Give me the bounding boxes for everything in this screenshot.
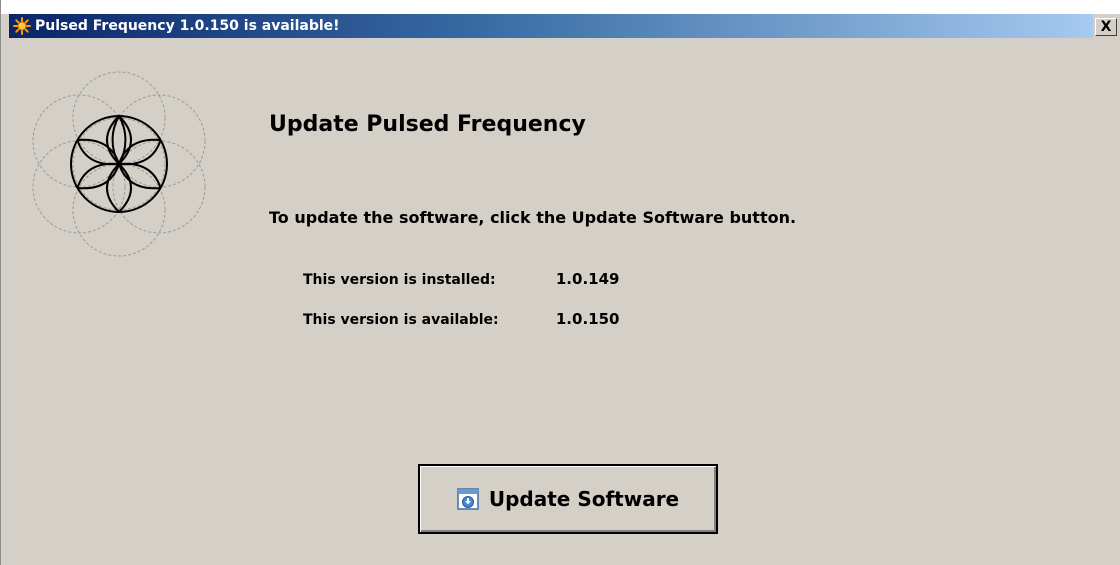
page-title: Update Pulsed Frequency [269,112,586,137]
update-software-label: Update Software [488,487,680,511]
instruction-text: To update the software, click the Update… [269,208,797,227]
close-icon: X [1100,19,1112,35]
close-button[interactable]: X [1095,18,1117,36]
available-version-label: This version is available: [303,312,499,328]
installed-version-row: This version is installed: 1.0.149 [303,270,619,288]
update-software-button[interactable]: Update Software [418,464,718,534]
flower-of-life-logo [32,71,206,257]
window-title: Pulsed Frequency 1.0.150 is available! [35,18,340,34]
update-dialog-window: Pulsed Frequency 1.0.150 is available! X… [0,0,1120,565]
installed-version-label: This version is installed: [303,272,496,288]
starburst-icon [13,17,31,35]
title-top-margin [1,0,1120,14]
available-version-row: This version is available: 1.0.150 [303,310,619,328]
installed-version-value: 1.0.149 [555,270,620,288]
available-version-value: 1.0.150 [555,310,620,328]
download-arrow-icon [457,488,479,510]
